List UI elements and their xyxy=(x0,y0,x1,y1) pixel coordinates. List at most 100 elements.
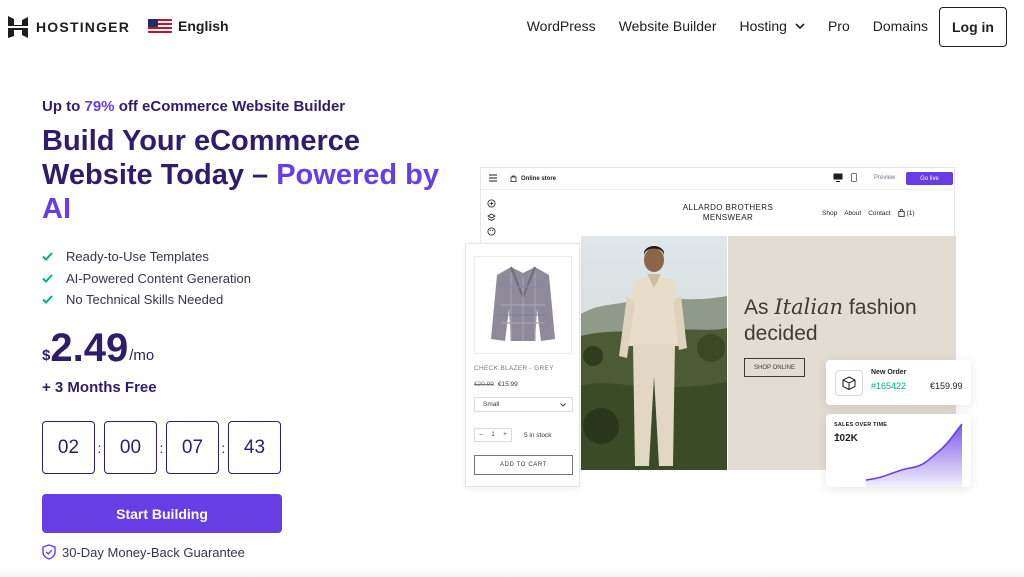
quantity-stepper: – 1 + xyxy=(474,428,512,442)
timer-separator: : xyxy=(97,439,102,456)
online-store-text: Online store xyxy=(521,175,557,182)
online-store-label: Online store xyxy=(510,175,556,182)
stock-label: 5 in stock xyxy=(524,431,552,439)
product-name: CHECK BLAZER - GREY xyxy=(474,365,554,372)
language-label: English xyxy=(178,18,229,34)
check-icon xyxy=(42,252,53,262)
size-select: Small xyxy=(474,397,573,412)
top-navigation: HOSTINGER English WordPress Website Buil… xyxy=(0,0,1024,54)
sales-value: 102K xyxy=(834,433,858,444)
new-order-card: New Order #165422 €159.99 xyxy=(826,360,971,405)
nav-links: WordPress Website Builder Hosting Pro Do… xyxy=(527,18,928,34)
qty-plus: + xyxy=(503,432,507,438)
qty-minus: – xyxy=(479,432,483,438)
us-flag-icon xyxy=(148,19,172,33)
tagline-prefix: As xyxy=(744,296,775,319)
order-amount: €159.99 xyxy=(930,381,963,391)
tagline-italic: Italian xyxy=(774,295,844,319)
model-photo xyxy=(581,236,727,470)
order-id: #165422 xyxy=(871,381,907,391)
order-title: New Order xyxy=(871,369,907,376)
hostinger-logo-icon xyxy=(8,16,28,38)
device-switcher xyxy=(833,173,857,182)
editor-toolbar: Online store Preview Go live xyxy=(481,168,954,190)
add-to-cart-button: ADD TO CART xyxy=(474,455,573,475)
menu-icon xyxy=(489,174,497,182)
timer-days: 02 xyxy=(42,421,95,474)
product-prices: €20.99 €15.99 xyxy=(474,381,518,388)
timer-separator: : xyxy=(159,439,164,456)
check-icon xyxy=(42,274,53,283)
hostinger-logo[interactable]: HOSTINGER xyxy=(8,16,130,38)
nav-link-website-builder[interactable]: Website Builder xyxy=(619,18,717,34)
preview-label: Preview xyxy=(874,175,896,181)
blazer-image xyxy=(474,256,572,354)
store-brand: ALLARDO BROTHERS MENSWEAR xyxy=(682,203,774,222)
palette-icon xyxy=(487,223,496,236)
nav-link-pro[interactable]: Pro xyxy=(828,18,850,34)
bonus-text: + 3 Months Free xyxy=(42,379,157,396)
banner-tagline: As Italian fashion decided xyxy=(744,294,956,347)
sales-title: SALES OVER TIME xyxy=(834,422,888,428)
mobile-icon xyxy=(851,173,857,182)
nav-link-domains[interactable]: Domains xyxy=(873,18,928,34)
qty-value: 1 xyxy=(491,432,495,438)
section-divider xyxy=(0,568,1024,577)
cart-count: (1) xyxy=(906,209,915,217)
promo-suffix: off eCommerce Website Builder xyxy=(114,98,346,115)
product-card: CHECK BLAZER - GREY €20.99 €15.99 Small … xyxy=(465,243,580,487)
store-nav-contact: Contact xyxy=(868,209,891,217)
check-icon xyxy=(42,295,53,305)
promo-prefix: Up to xyxy=(42,98,85,115)
guarantee: 30-Day Money-Back Guarantee xyxy=(42,544,245,560)
chevron-down-icon xyxy=(560,402,566,407)
shop-online-button: SHOP ONLINE xyxy=(744,358,805,377)
go-live-button: Go live xyxy=(906,172,953,185)
add-icon xyxy=(487,195,496,208)
store-icon xyxy=(510,175,517,182)
nav-link-hosting-label: Hosting xyxy=(739,18,787,34)
feature-item: Ready-to-Use Templates xyxy=(42,246,251,268)
store-cart: (1) xyxy=(897,209,915,217)
promo-text: Up to 79% off eCommerce Website Builder xyxy=(42,98,345,115)
chevron-down-icon xyxy=(795,22,805,29)
shopping-bag-icon xyxy=(897,209,905,217)
store-nav-shop: Shop xyxy=(822,209,838,217)
layers-icon xyxy=(487,209,496,221)
timer-minutes: 07 xyxy=(166,421,219,474)
size-value: Small xyxy=(483,401,500,408)
feature-item: No Technical Skills Needed xyxy=(42,289,251,311)
brand-name: HOSTINGER xyxy=(36,19,131,35)
arrow-up-icon xyxy=(834,433,840,439)
page-title: Build Your eCommerce Website Today – Pow… xyxy=(42,124,442,226)
timer-seconds: 43 xyxy=(228,421,281,474)
editor-sidebar xyxy=(487,195,496,236)
feature-label: No Technical Skills Needed xyxy=(66,292,224,308)
sale-price: €15.99 xyxy=(497,381,518,388)
shield-check-icon xyxy=(42,544,56,560)
store-nav: Shop About Contact (1) xyxy=(822,209,915,217)
price-period: /mo xyxy=(129,347,155,364)
price: $ 2.49 /mo xyxy=(42,326,154,370)
price-amount: 2.49 xyxy=(50,326,129,370)
quantity-row: – 1 + 5 in stock xyxy=(474,428,551,442)
countdown-timer: 02 : 00 : 07 : 43 xyxy=(42,421,281,474)
package-icon xyxy=(835,370,863,396)
guarantee-label: 30-Day Money-Back Guarantee xyxy=(62,544,245,560)
timer-hours: 00 xyxy=(104,421,157,474)
nav-link-hosting[interactable]: Hosting xyxy=(739,18,805,34)
timer-separator: : xyxy=(221,439,226,456)
start-building-button[interactable]: Start Building xyxy=(42,494,282,533)
old-price: €20.99 xyxy=(474,381,494,388)
language-selector[interactable]: English xyxy=(148,18,229,34)
feature-label: AI-Powered Content Generation xyxy=(66,270,251,286)
feature-list: Ready-to-Use Templates AI-Powered Conten… xyxy=(42,246,251,311)
sales-over-time-card: SALES OVER TIME 102K xyxy=(826,414,971,487)
promo-discount: 79% xyxy=(84,98,115,115)
store-nav-about: About xyxy=(844,209,862,217)
login-button[interactable]: Log in xyxy=(939,7,1007,47)
feature-item: AI-Powered Content Generation xyxy=(42,268,251,290)
price-currency: $ xyxy=(42,347,51,364)
nav-link-wordpress[interactable]: WordPress xyxy=(527,18,596,34)
feature-label: Ready-to-Use Templates xyxy=(66,249,209,265)
